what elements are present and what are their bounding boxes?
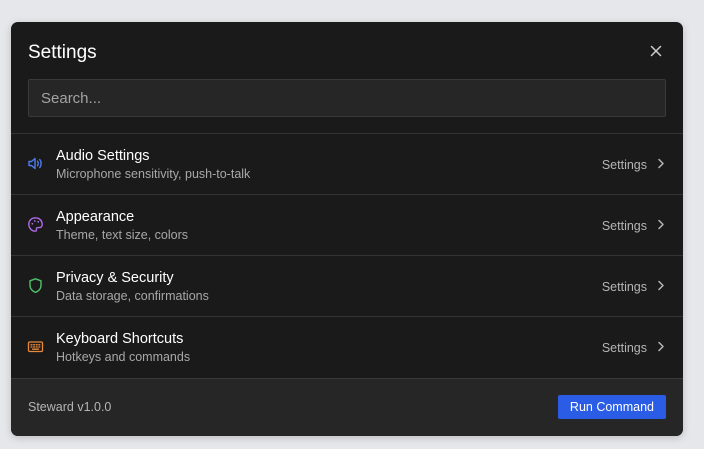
item-description: Data storage, confirmations <box>56 289 209 303</box>
item-label: Privacy & Security <box>56 270 174 286</box>
dialog-title: Settings <box>28 42 97 63</box>
keyboard-icon <box>27 338 44 355</box>
item-description: Microphone sensitivity, push-to-talk <box>56 167 251 181</box>
item-action-label: Settings <box>601 218 647 233</box>
chevron-right-icon <box>657 156 665 174</box>
item-description: Theme, text size, colors <box>56 228 188 242</box>
shield-icon <box>27 277 44 294</box>
settings-item-audio[interactable]: Audio Settings Microphone sensitivity, p… <box>11 134 683 195</box>
dialog-header: Settings <box>11 22 683 79</box>
settings-item-keyboard[interactable]: Keyboard Shortcuts Hotkeys and commands … <box>11 317 683 378</box>
item-action-label: Settings <box>601 157 647 172</box>
dialog-footer: Steward v1.0.0 Run Command <box>11 378 683 436</box>
run-command-button[interactable]: Run Command <box>557 395 666 419</box>
settings-item-privacy[interactable]: Privacy & Security Data storage, confirm… <box>11 256 683 317</box>
chevron-right-icon <box>657 217 665 235</box>
speaker-icon <box>27 155 44 172</box>
item-action-label: Settings <box>601 340 647 355</box>
item-action: Settings <box>602 156 665 174</box>
item-action: Settings <box>602 339 665 357</box>
settings-list: Audio Settings Microphone sensitivity, p… <box>11 133 683 378</box>
settings-item-appearance[interactable]: Appearance Theme, text size, colors Sett… <box>11 195 683 256</box>
item-description: Hotkeys and commands <box>56 350 191 364</box>
palette-icon <box>27 216 44 233</box>
item-label: Audio Settings <box>56 148 150 164</box>
settings-dialog: Settings Audio Settings Microphone sensi… <box>11 22 683 436</box>
item-action-label: Settings <box>601 279 647 294</box>
item-label: Keyboard Shortcuts <box>56 331 184 347</box>
search-input[interactable] <box>28 79 666 117</box>
version-label: Steward v1.0.0 <box>28 400 112 414</box>
item-action: Settings <box>602 217 665 235</box>
close-button[interactable] <box>646 43 666 63</box>
search-area <box>11 79 683 133</box>
item-label: Appearance <box>56 209 135 225</box>
chevron-right-icon <box>657 278 665 296</box>
item-action: Settings <box>602 278 665 296</box>
chevron-right-icon <box>657 339 665 357</box>
close-icon <box>650 44 662 62</box>
